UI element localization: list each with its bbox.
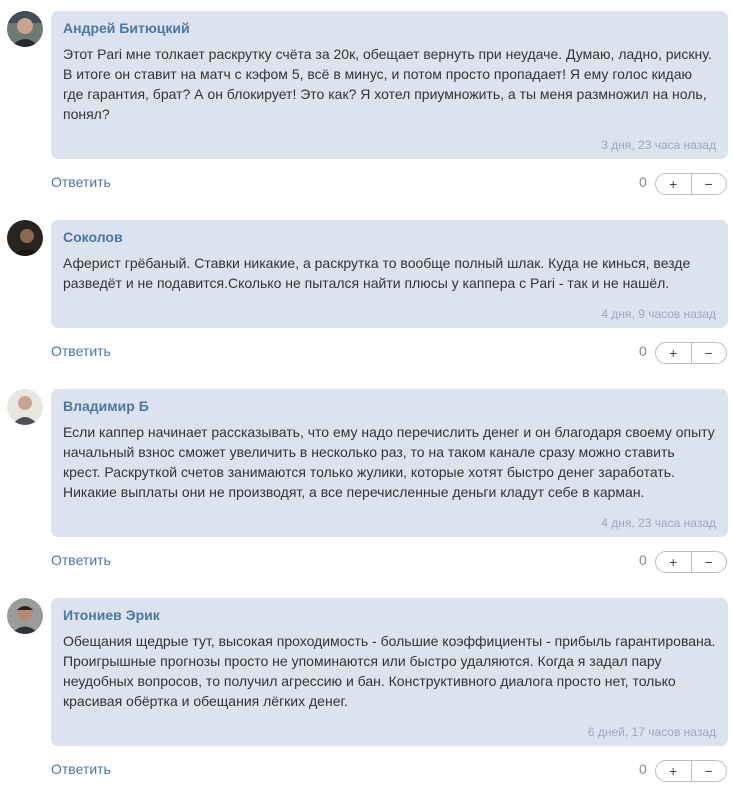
downvote-button[interactable]: − bbox=[692, 174, 727, 194]
vote-count: 0 bbox=[639, 552, 647, 568]
avatar[interactable] bbox=[7, 389, 43, 425]
vote-buttons: + − bbox=[655, 551, 727, 573]
comment-text: Этот Pari мне толкает раскрутку счёта за… bbox=[63, 46, 712, 122]
vote-count: 0 bbox=[639, 343, 647, 359]
avatar[interactable] bbox=[7, 598, 43, 634]
comment-text: Обещания щедрые тут, высокая проходимост… bbox=[63, 633, 716, 709]
comment-bubble: Итониев Эрик Обещания щедрые тут, высока… bbox=[51, 598, 728, 746]
comment-time: 4 дня, 9 часов назад bbox=[601, 307, 716, 321]
vote-count: 0 bbox=[639, 761, 647, 777]
comment-time: 6 дней, 17 часов назад bbox=[587, 725, 716, 739]
vote-count: 0 bbox=[639, 174, 647, 190]
comment-time: 4 дня, 23 часа назад bbox=[601, 516, 716, 530]
downvote-button[interactable]: − bbox=[692, 343, 727, 363]
comment-bubble: Андрей Битюцкий Этот Pari мне толкает ра… bbox=[51, 11, 728, 159]
avatar[interactable] bbox=[7, 220, 43, 256]
downvote-button[interactable]: − bbox=[692, 761, 727, 781]
upvote-button[interactable]: + bbox=[656, 343, 692, 363]
vote-buttons: + − bbox=[655, 173, 727, 195]
avatar[interactable] bbox=[7, 11, 43, 47]
comment-bubble: Владимир Б Если каппер начинает рассказы… bbox=[51, 389, 728, 537]
downvote-button[interactable]: − bbox=[692, 552, 727, 572]
upvote-button[interactable]: + bbox=[656, 761, 692, 781]
upvote-button[interactable]: + bbox=[656, 552, 692, 572]
reply-link[interactable]: Ответить bbox=[51, 174, 111, 191]
vote-buttons: + − bbox=[655, 342, 727, 364]
upvote-button[interactable]: + bbox=[656, 174, 692, 194]
reply-link[interactable]: Ответить bbox=[51, 552, 111, 569]
comment-author[interactable]: Итониев Эрик bbox=[63, 607, 716, 624]
reply-link[interactable]: Ответить bbox=[51, 761, 111, 778]
comment-author[interactable]: Соколов bbox=[63, 229, 716, 246]
comment-author[interactable]: Андрей Битюцкий bbox=[63, 20, 716, 37]
comment-time: 3 дня, 23 часа назад bbox=[601, 138, 716, 152]
comment-bubble: Соколов Аферист грёбаный. Ставки никакие… bbox=[51, 220, 728, 328]
comment-author[interactable]: Владимир Б bbox=[63, 398, 716, 415]
comment-text: Если каппер начинает рассказывать, что е… bbox=[63, 424, 715, 500]
reply-link[interactable]: Ответить bbox=[51, 343, 111, 360]
comment-text: Аферист грёбаный. Ставки никакие, а раск… bbox=[63, 255, 691, 291]
vote-buttons: + − bbox=[655, 760, 727, 782]
